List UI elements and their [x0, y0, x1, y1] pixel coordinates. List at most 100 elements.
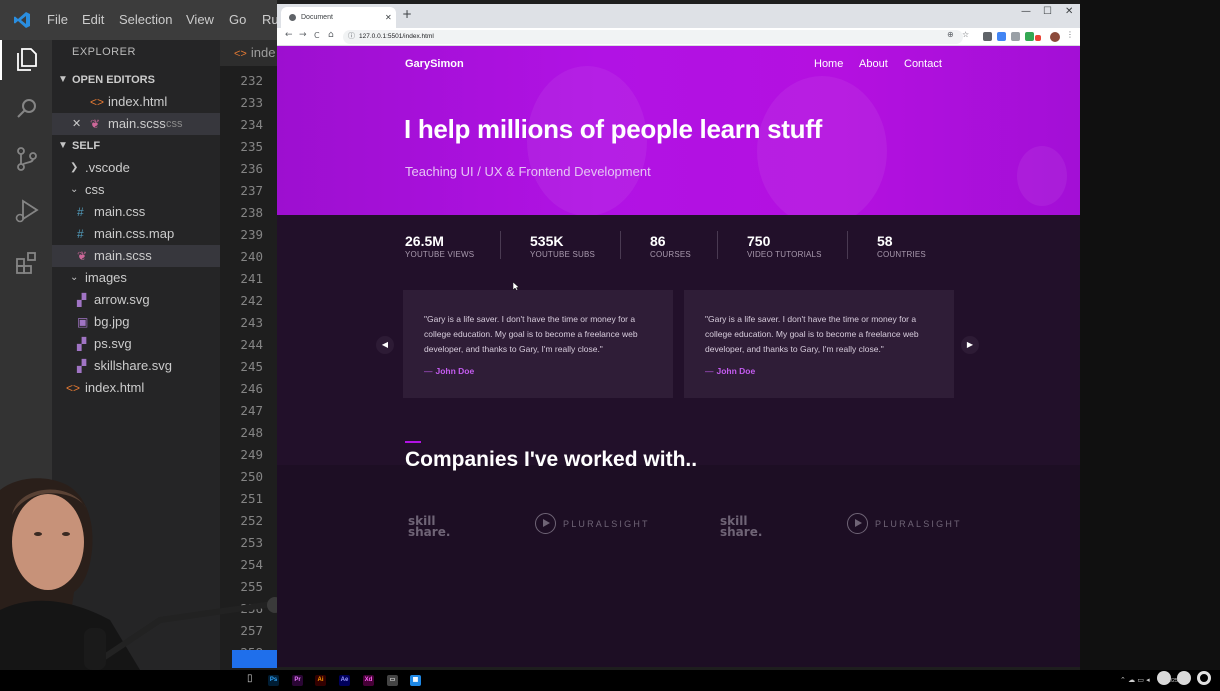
- system-tray-icons[interactable]: ⌃ ☁ ▭ ◂: [1120, 676, 1150, 684]
- terminal-icon[interactable]: ▭: [387, 675, 398, 686]
- open-editors-section[interactable]: ▼ OPEN EDITORS: [52, 69, 220, 91]
- window-close-button[interactable]: ✕: [1065, 6, 1073, 17]
- menu-go[interactable]: Go: [229, 12, 246, 27]
- line-number: 238: [240, 205, 263, 220]
- photoshop-icon[interactable]: Ps: [268, 675, 279, 686]
- more-menu-icon[interactable]: ⋮: [1066, 30, 1074, 39]
- info-icon: ⓘ: [348, 33, 355, 40]
- address-bar[interactable]: ⓘ 127.0.0.1:5501/index.html: [343, 30, 963, 44]
- overlay-circle-icon: [1157, 671, 1171, 685]
- menu-edit[interactable]: Edit: [82, 12, 104, 27]
- svg-file-icon: ▞: [77, 337, 87, 351]
- html-file-icon: <>: [66, 381, 81, 395]
- source-control-icon[interactable]: [13, 145, 41, 173]
- css-file-icon: #: [77, 205, 84, 219]
- hero-section: GarySimon Home About Contact I help mill…: [277, 46, 1080, 215]
- extension-icon[interactable]: [1025, 32, 1034, 41]
- site-brand[interactable]: GarySimon: [405, 58, 464, 70]
- skillshare-logo: skill share.: [720, 514, 763, 539]
- line-number: 234: [240, 117, 263, 132]
- desktop-background: [1080, 0, 1220, 670]
- menu-file[interactable]: File: [47, 12, 68, 27]
- sass-file-icon: ❦: [90, 117, 101, 131]
- browser-window: Document ✕ + — ☐ ✕ ← → C ⌂ ⓘ 127.0.0.1:5…: [277, 4, 1080, 667]
- maximize-button[interactable]: ☐: [1043, 6, 1052, 17]
- stat-courses: 86 COURSES: [650, 233, 691, 259]
- browser-tab[interactable]: Document ✕: [281, 7, 396, 28]
- browser-tabstrip: Document ✕ + — ☐ ✕: [277, 4, 1080, 28]
- hero-subtitle: Teaching UI / UX & Frontend Development: [405, 164, 651, 179]
- search-icon[interactable]: [13, 95, 41, 123]
- nav-contact[interactable]: Contact: [904, 58, 942, 70]
- testimonial-quote: "Gary is a life saver. I don't have the …: [424, 314, 638, 354]
- explorer-files-icon[interactable]: [13, 45, 41, 73]
- file-explorer-icon[interactable]: ▯: [247, 673, 253, 684]
- tree-item-index-html[interactable]: <> index.html: [52, 377, 220, 399]
- svg-file-icon: ▞: [77, 293, 87, 307]
- menu-selection[interactable]: Selection: [119, 12, 172, 27]
- carousel-prev-button[interactable]: ◀: [376, 336, 394, 354]
- line-number: 242: [240, 293, 263, 308]
- extension-icon[interactable]: [997, 32, 1006, 41]
- sass-file-icon: ❦: [77, 249, 88, 263]
- profile-avatar[interactable]: [1050, 32, 1060, 42]
- web-page: GarySimon Home About Contact I help mill…: [277, 46, 1080, 667]
- tree-item-skillshare-svg[interactable]: ▞ skillshare.svg: [52, 355, 220, 377]
- line-number: 249: [240, 447, 263, 462]
- open-editor-index-html[interactable]: <> index.html: [52, 91, 220, 113]
- tree-item-bg-jpg[interactable]: ▣ bg.jpg: [52, 311, 220, 333]
- section-accent-line: [405, 441, 421, 443]
- url-text: 127.0.0.1:5501/index.html: [359, 33, 434, 40]
- minimize-button[interactable]: —: [1021, 6, 1031, 17]
- tab-close-icon[interactable]: ✕: [385, 7, 392, 28]
- tree-item-css-folder[interactable]: ⌄ css: [52, 179, 220, 201]
- run-debug-icon[interactable]: [13, 197, 41, 225]
- browser-toolbar: ← → C ⌂ ⓘ 127.0.0.1:5501/index.html ⊕ ☆ …: [277, 28, 1080, 46]
- tree-item-images-folder[interactable]: ⌄ images: [52, 267, 220, 289]
- tree-item-main-scss[interactable]: ❦ main.scss: [52, 245, 220, 267]
- new-tab-button[interactable]: +: [402, 7, 412, 21]
- xd-icon[interactable]: Xd: [363, 675, 374, 686]
- editor-tab-index-html[interactable]: <> inde: [220, 40, 277, 66]
- vscode-logo-icon: [14, 12, 30, 28]
- tree-item-arrow-svg[interactable]: ▞ arrow.svg: [52, 289, 220, 311]
- app-grid-icon[interactable]: ▦: [410, 675, 421, 686]
- illustrator-icon[interactable]: Ai: [315, 675, 326, 686]
- carousel-next-button[interactable]: ▶: [961, 336, 979, 354]
- nav-home[interactable]: Home: [814, 58, 843, 70]
- tree-item-vscode-folder[interactable]: ❯ .vscode: [52, 157, 220, 179]
- stat-countries: 58 COUNTRIES: [877, 233, 926, 259]
- html-file-icon: <>: [234, 48, 247, 60]
- zoom-icon[interactable]: ⊕: [947, 30, 954, 39]
- nav-about[interactable]: About: [859, 58, 888, 70]
- premiere-icon[interactable]: Pr: [292, 675, 303, 686]
- line-number: 237: [240, 183, 263, 198]
- back-button[interactable]: ←: [285, 30, 293, 40]
- tree-item-main-css[interactable]: # main.css: [52, 201, 220, 223]
- extension-icon[interactable]: [1011, 32, 1020, 41]
- extension-badge-icon: [1035, 35, 1041, 41]
- active-indicator: [0, 40, 2, 80]
- open-editor-main-scss[interactable]: ✕ ❦ main.scss css: [52, 113, 220, 135]
- extension-icon[interactable]: [983, 32, 992, 41]
- tree-item-main-css-map[interactable]: # main.css.map: [52, 223, 220, 245]
- close-icon[interactable]: ✕: [72, 113, 81, 135]
- vscode-menubar: File Edit Selection View Go Ru: [0, 0, 279, 40]
- stat-divider: [620, 231, 621, 259]
- extensions-icon[interactable]: [13, 249, 41, 277]
- menu-view[interactable]: View: [186, 12, 214, 27]
- globe-icon: [289, 14, 296, 21]
- forward-button[interactable]: →: [299, 30, 307, 40]
- line-number: 246: [240, 381, 263, 396]
- workspace-section[interactable]: ▼ SELF: [52, 135, 220, 157]
- stat-divider: [847, 231, 848, 259]
- reload-button[interactable]: C: [314, 31, 320, 40]
- star-icon[interactable]: ☆: [962, 30, 969, 39]
- stat-video-tutorials: 750 VIDEO TUTORIALS: [747, 233, 822, 259]
- line-number: 245: [240, 359, 263, 374]
- after-effects-icon[interactable]: Ae: [339, 675, 350, 686]
- tree-item-ps-svg[interactable]: ▞ ps.svg: [52, 333, 220, 355]
- chevron-right-icon: ❯: [70, 162, 79, 173]
- testimonial-card: "Gary is a life saver. I don't have the …: [684, 290, 954, 398]
- home-button[interactable]: ⌂: [328, 30, 334, 40]
